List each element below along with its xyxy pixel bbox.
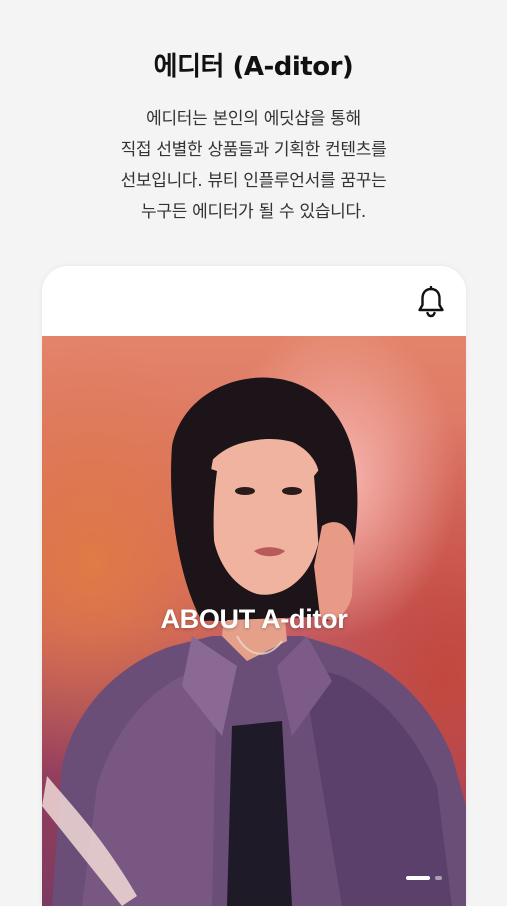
intro-title: 에디터 (A-ditor) xyxy=(153,52,354,82)
phone-preview: ABOUT A-ditor xyxy=(42,266,466,906)
intro-description-line: 누구든 에디터가 될 수 있습니다. xyxy=(141,202,366,222)
pager-dot-active[interactable] xyxy=(406,876,430,880)
pager-dot[interactable] xyxy=(435,876,442,880)
intro-description: 에디터는 본인의 에딧샵을 통해 직접 선별한 상품들과 기획한 컨텐츠를 선보… xyxy=(0,104,507,228)
intro-description-line: 에디터는 본인의 에딧샵을 통해 xyxy=(146,109,361,129)
intro-description-line: 선보입니다. 뷰티 인플루언서를 꿈꾸는 xyxy=(120,171,387,191)
bell-icon[interactable] xyxy=(416,286,446,318)
carousel-pager xyxy=(406,876,442,880)
hero-banner[interactable]: ABOUT A-ditor xyxy=(42,336,466,906)
intro-description-line: 직접 선별한 상품들과 기획한 컨텐츠를 xyxy=(120,140,387,160)
hero-title: ABOUT A-ditor xyxy=(160,604,348,634)
app-header xyxy=(42,266,466,336)
